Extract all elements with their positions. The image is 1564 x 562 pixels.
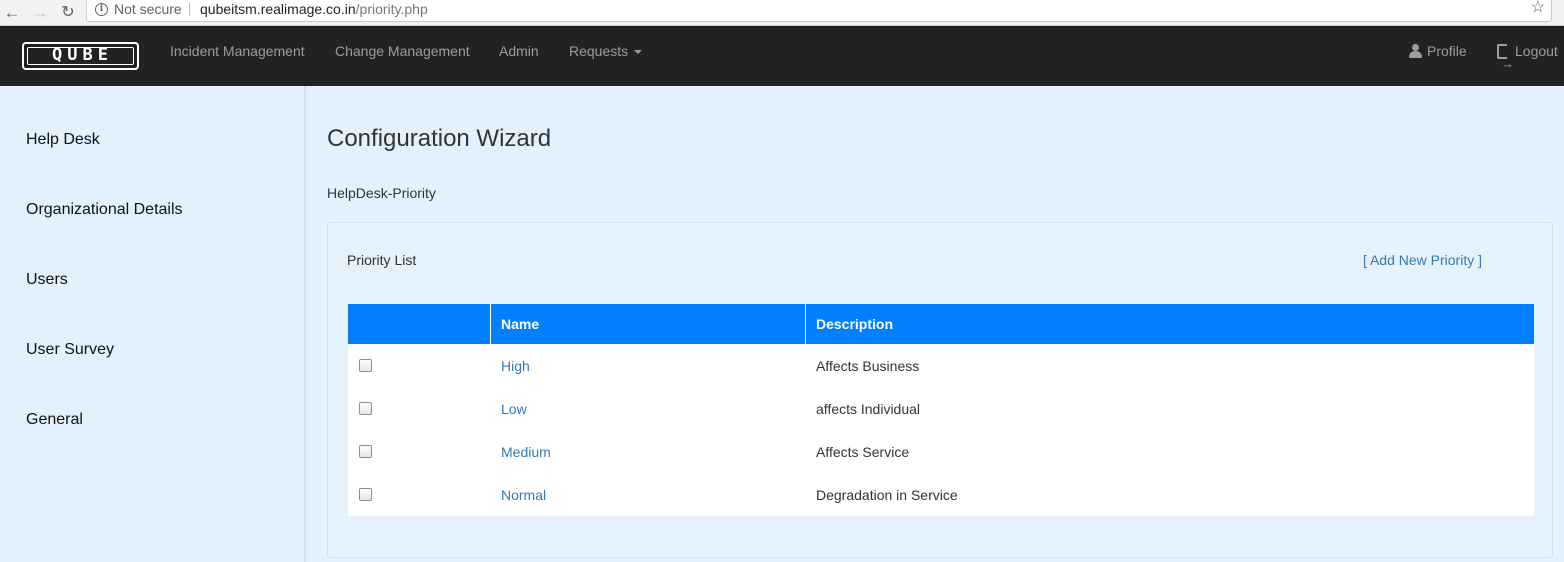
table-row: Medium Affects Service <box>348 430 1534 473</box>
browser-address-bar: ← → ↻ i Not secure qubeitsm.realimage.co… <box>0 0 1564 26</box>
table-row: Normal Degradation in Service <box>348 473 1534 516</box>
header-description[interactable]: Description <box>805 304 1534 344</box>
logout-icon <box>1497 39 1514 89</box>
header-select <box>348 304 490 344</box>
url-host: qubeitsm.realimage.co.in <box>200 1 356 17</box>
row-checkbox[interactable] <box>359 488 372 501</box>
nav-admin[interactable]: Admin <box>499 26 539 76</box>
nav-profile[interactable]: Profile <box>1409 26 1467 76</box>
priority-description: Affects Service <box>816 444 910 460</box>
priority-panel: Priority List [ Add New Priority ] Name … <box>327 222 1553 558</box>
nav-requests-label: Requests <box>569 43 629 59</box>
table-row: Low affects Individual <box>348 387 1534 430</box>
sidebar: Help Desk Organizational Details Users U… <box>0 86 306 562</box>
sidebar-item-general[interactable]: General <box>26 410 83 430</box>
add-new-priority-link[interactable]: [ Add New Priority ] <box>1363 251 1482 269</box>
priority-description: Degradation in Service <box>816 487 958 503</box>
user-icon <box>1409 44 1422 58</box>
table-row: High Affects Business <box>348 344 1534 387</box>
logo-text: QUBE <box>27 47 134 65</box>
nav-change-management[interactable]: Change Management <box>335 26 470 76</box>
row-checkbox[interactable] <box>359 359 372 372</box>
nav-logout[interactable]: Logout <box>1497 26 1558 89</box>
nav-incident-management[interactable]: Incident Management <box>170 26 305 76</box>
priority-name-link[interactable]: Low <box>501 400 527 418</box>
header-name[interactable]: Name <box>490 304 805 344</box>
nav-requests-dropdown[interactable]: Requests <box>569 26 643 76</box>
url-path: /priority.php <box>355 1 428 17</box>
url-box[interactable]: i Not secure qubeitsm.realimage.co.in/pr… <box>86 0 1552 22</box>
nav-profile-label: Profile <box>1427 43 1467 59</box>
sidebar-item-user-survey[interactable]: User Survey <box>26 340 114 360</box>
qube-logo[interactable]: QUBE <box>22 42 139 70</box>
breadcrumb-subtitle: HelpDesk-Priority <box>327 185 436 201</box>
back-arrow-icon[interactable]: ← <box>2 3 22 23</box>
forward-arrow-icon[interactable]: → <box>30 3 50 23</box>
priority-description: Affects Business <box>816 358 920 374</box>
url-separator <box>189 3 190 16</box>
sidebar-item-help-desk[interactable]: Help Desk <box>26 130 100 150</box>
sidebar-item-organizational-details[interactable]: Organizational Details <box>26 200 183 220</box>
priority-name-link[interactable]: Medium <box>501 443 551 461</box>
priority-name-link[interactable]: High <box>501 357 530 375</box>
security-label: Not secure <box>114 1 182 17</box>
table-header: Name Description <box>348 304 1534 344</box>
main-content: Configuration Wizard HelpDesk-Priority P… <box>308 86 1564 562</box>
bookmark-star-icon[interactable]: ☆ <box>1531 0 1545 17</box>
row-checkbox[interactable] <box>359 402 372 415</box>
nav-logout-label: Logout <box>1515 43 1558 59</box>
caret-down-icon <box>634 50 643 55</box>
priority-description: affects Individual <box>816 401 921 417</box>
top-navbar: QUBE Incident Management Change Manageme… <box>0 26 1564 89</box>
panel-title: Priority List <box>347 252 417 268</box>
page-title: Configuration Wizard <box>327 125 552 152</box>
reload-icon[interactable]: ↻ <box>58 3 78 23</box>
priority-name-link[interactable]: Normal <box>501 486 546 504</box>
row-checkbox[interactable] <box>359 445 372 458</box>
info-icon[interactable]: i <box>95 3 108 16</box>
sidebar-item-users[interactable]: Users <box>26 270 68 290</box>
priority-table: Name Description High Affects Business L… <box>348 304 1534 516</box>
url-text[interactable]: qubeitsm.realimage.co.in/priority.php <box>200 0 428 18</box>
